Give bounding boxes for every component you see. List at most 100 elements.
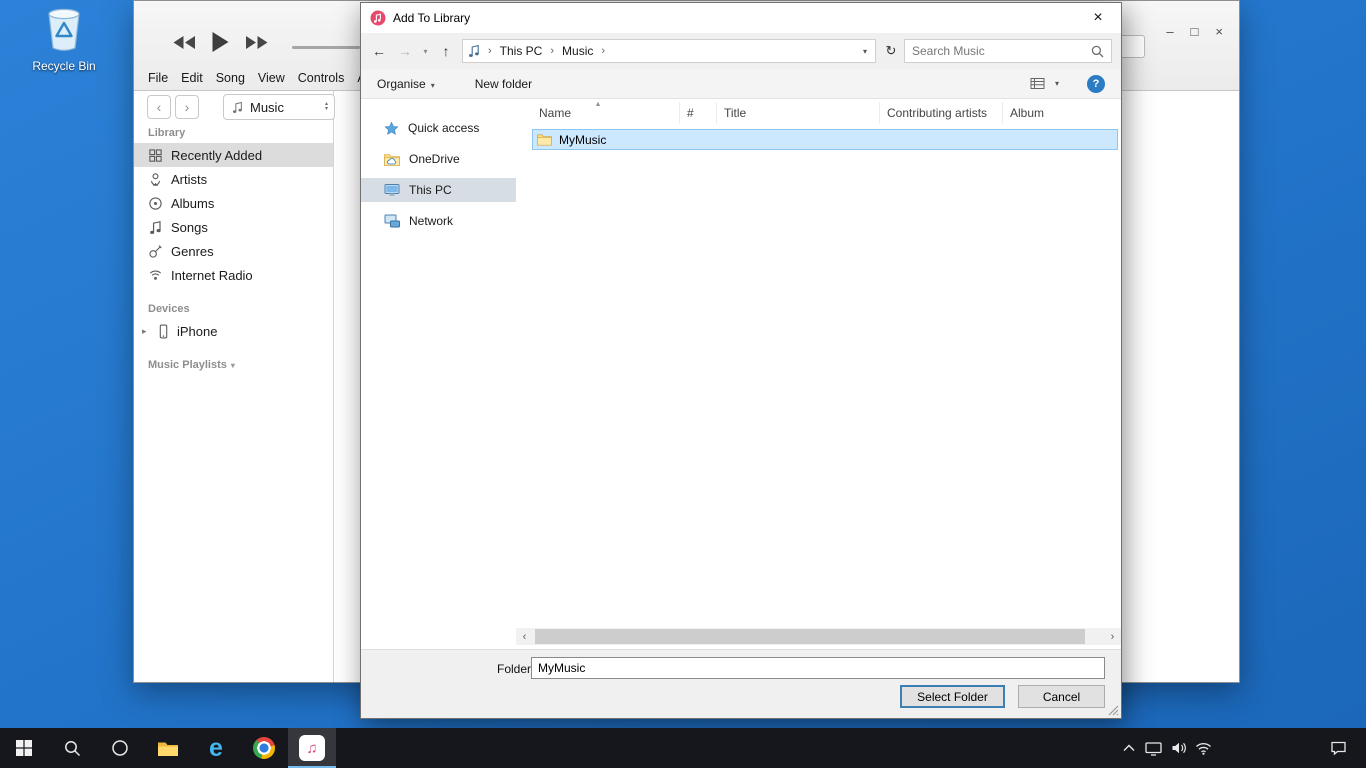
scrollbar-thumb[interactable] — [535, 629, 1085, 644]
chevron-down-icon: ▾ — [1055, 79, 1059, 88]
scrollbar-track[interactable] — [533, 628, 1104, 645]
address-dropdown-icon[interactable]: ▾ — [863, 47, 870, 56]
display-icon[interactable] — [1141, 741, 1166, 756]
dialog-title: Add To Library — [393, 11, 470, 25]
help-button[interactable]: ? — [1087, 75, 1105, 93]
select-folder-button[interactable]: Select Folder — [900, 685, 1005, 708]
onedrive-icon — [384, 153, 400, 166]
minimize-icon[interactable]: – — [1166, 24, 1173, 39]
expander-icon[interactable]: ▸ — [142, 326, 150, 337]
start-button[interactable] — [0, 728, 48, 768]
back-button[interactable]: ← — [367, 43, 391, 59]
column-title[interactable]: Title — [717, 102, 880, 124]
recycle-bin-glyph — [44, 6, 84, 52]
recycle-bin-icon[interactable]: Recycle Bin — [28, 6, 100, 73]
breadcrumb-music[interactable]: Music — [562, 44, 593, 58]
itunes-taskbar-button[interactable]: ♫ — [288, 728, 336, 768]
previous-button[interactable] — [172, 35, 196, 50]
up-button[interactable]: ↑ — [434, 43, 458, 59]
windows-logo-icon — [16, 740, 32, 756]
iphone-icon — [158, 324, 169, 339]
music-playlists-header[interactable]: Music Playlists▾ — [134, 359, 333, 375]
itunes-forward-button[interactable]: › — [175, 95, 199, 119]
next-button[interactable] — [245, 35, 269, 50]
itunes-sidebar: ‹ › Music ▴▾ — [134, 91, 334, 682]
chevron-down-icon: ▾ — [431, 81, 435, 90]
sidebar-item-iphone[interactable]: ▸ iPhone — [134, 319, 333, 343]
search-icon — [1091, 45, 1104, 58]
file-explorer-icon — [157, 740, 179, 757]
menu-controls[interactable]: Controls — [298, 71, 345, 85]
taskbar: e ♫ — [0, 728, 1366, 768]
file-row-mymusic[interactable]: MyMusic — [532, 129, 1118, 150]
new-folder-button[interactable]: New folder — [475, 77, 532, 91]
desktop: Recycle Bin File Edit Song View — [0, 0, 1366, 768]
star-icon — [384, 121, 399, 136]
sidebar-item-internet-radio[interactable]: Internet Radio — [134, 263, 333, 287]
forward-button[interactable]: → — [393, 43, 417, 59]
cancel-button[interactable]: Cancel — [1018, 685, 1105, 708]
internet-explorer-button[interactable]: e — [192, 728, 240, 768]
close-icon[interactable]: × — [1215, 24, 1223, 39]
action-center-button[interactable] — [1314, 741, 1362, 756]
breadcrumb-this-pc[interactable]: This PC — [500, 44, 543, 58]
album-disc-icon — [148, 196, 163, 211]
sidebar-item-genres[interactable]: Genres — [134, 239, 333, 263]
spinner-arrows-icon: ▴▾ — [325, 102, 328, 112]
organise-menu[interactable]: Organise▾ — [377, 77, 435, 91]
maximize-icon[interactable]: □ — [1191, 24, 1199, 39]
computer-icon — [384, 183, 400, 197]
horizontal-scrollbar[interactable]: ‹ › — [516, 628, 1121, 645]
taskbar-search-button[interactable] — [48, 728, 96, 768]
menu-file[interactable]: File — [148, 71, 168, 85]
sidebar-item-artists[interactable]: Artists — [134, 167, 333, 191]
sidebar-item-songs[interactable]: Songs — [134, 215, 333, 239]
network-icon — [384, 214, 400, 228]
resize-grip[interactable] — [1108, 705, 1119, 716]
menu-view[interactable]: View — [258, 71, 285, 85]
music-note-icon — [232, 101, 243, 114]
dialog-close-button[interactable]: × — [1075, 3, 1121, 33]
volume-slider[interactable] — [292, 46, 360, 49]
nav-item-this-pc[interactable]: This PC — [361, 178, 516, 202]
view-options-button[interactable]: ▾ — [1030, 77, 1059, 90]
hidden-icons-chevron[interactable] — [1116, 744, 1141, 752]
file-explorer-button[interactable] — [144, 728, 192, 768]
play-button[interactable] — [211, 31, 230, 53]
itunes-window-controls: – □ × — [1166, 24, 1223, 39]
media-picker-dropdown[interactable]: Music ▴▾ — [223, 94, 335, 120]
nav-item-quick-access[interactable]: Quick access — [361, 116, 516, 140]
nav-item-onedrive[interactable]: OneDrive — [361, 147, 516, 171]
menu-song[interactable]: Song — [216, 71, 245, 85]
internet-explorer-icon: e — [209, 736, 223, 761]
menu-edit[interactable]: Edit — [181, 71, 203, 85]
network-wifi-icon[interactable] — [1191, 742, 1216, 755]
navigation-pane: Quick access OneDrive — [361, 99, 516, 649]
column-number[interactable]: # — [680, 102, 717, 124]
refresh-button[interactable]: ↻ — [880, 43, 902, 59]
column-headers: ▴ Name # Title Contributing artists Albu… — [532, 102, 1118, 124]
guitar-icon — [148, 244, 163, 259]
chrome-button[interactable] — [240, 728, 288, 768]
transport-controls — [172, 31, 269, 53]
nav-item-network[interactable]: Network — [361, 209, 516, 233]
recent-locations-dropdown[interactable]: ▾ — [419, 47, 432, 56]
breadcrumb-separator: › — [542, 45, 562, 57]
itunes-app-icon — [370, 10, 386, 26]
column-album[interactable]: Album — [1003, 102, 1118, 124]
address-bar[interactable]: › This PC › Music › ▾ — [462, 39, 876, 63]
breadcrumb-separator: › — [480, 45, 500, 57]
volume-icon[interactable] — [1166, 741, 1191, 755]
folder-icon — [537, 133, 552, 146]
cortana-button[interactable] — [96, 728, 144, 768]
search-box[interactable]: Search Music — [904, 39, 1112, 63]
column-contributing-artists[interactable]: Contributing artists — [880, 102, 1003, 124]
column-name[interactable]: ▴ Name — [532, 102, 680, 124]
scroll-right-icon[interactable]: › — [1104, 631, 1121, 643]
sidebar-item-recently-added[interactable]: Recently Added — [134, 143, 333, 167]
song-note-icon — [148, 220, 163, 235]
scroll-left-icon[interactable]: ‹ — [516, 631, 533, 643]
folder-name-input[interactable] — [531, 657, 1105, 679]
itunes-back-button[interactable]: ‹ — [147, 95, 171, 119]
sidebar-item-albums[interactable]: Albums — [134, 191, 333, 215]
